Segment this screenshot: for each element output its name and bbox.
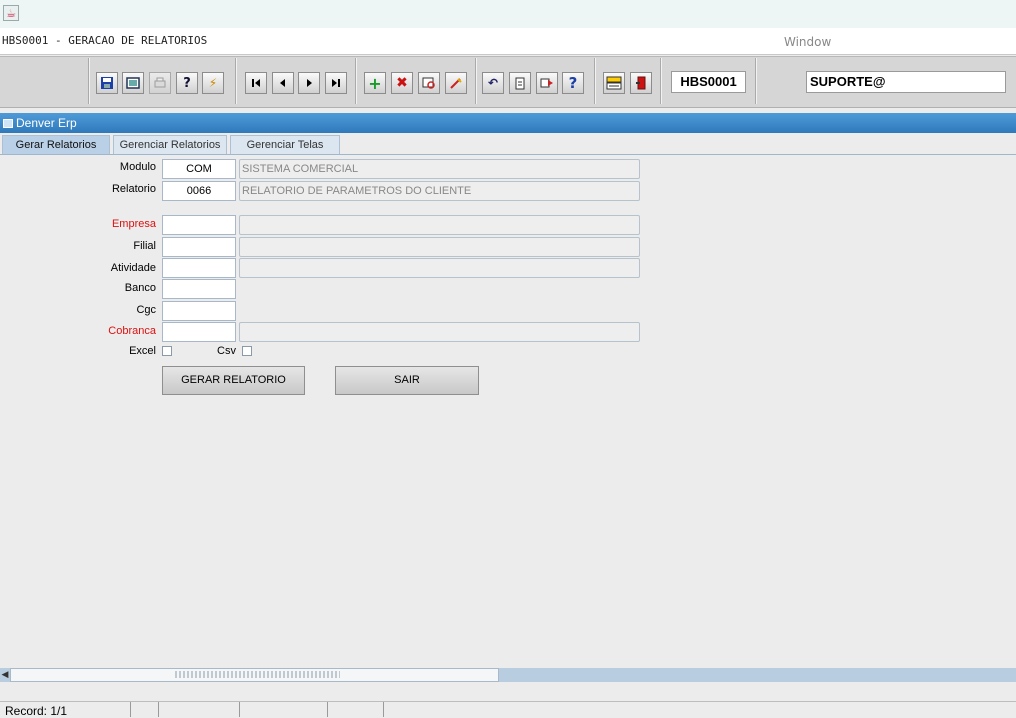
delete-icon[interactable]: ✖ xyxy=(391,72,413,94)
cobranca-label: Cobranca xyxy=(108,325,156,337)
relatorio-label: Relatorio xyxy=(111,183,156,195)
clipboard-icon[interactable] xyxy=(509,72,531,94)
export-icon[interactable] xyxy=(536,72,558,94)
print-icon[interactable] xyxy=(149,72,171,94)
cobranca-code-field[interactable] xyxy=(162,322,236,342)
status-separator xyxy=(383,702,384,717)
filial-label: Filial xyxy=(133,240,156,252)
save-icon[interactable] xyxy=(96,72,118,94)
status-separator xyxy=(158,702,159,717)
tab-gerar-relatorios[interactable]: Gerar Relatorios xyxy=(2,135,110,154)
modulo-code-field[interactable]: COM xyxy=(162,159,236,179)
atividade-code-field[interactable] xyxy=(162,258,236,278)
window-menu[interactable]: Window xyxy=(784,35,831,49)
prev-record-icon[interactable] xyxy=(272,72,294,94)
filial-desc-field xyxy=(239,237,640,257)
scroll-left-arrow-icon[interactable]: ◀ xyxy=(0,668,10,682)
cgc-label: Cgc xyxy=(136,304,156,316)
form-title: HBS0001 - GERACAO DE RELATORIOS xyxy=(2,34,208,47)
query-help-icon[interactable]: ? xyxy=(176,72,198,94)
undo-icon[interactable]: ↶ xyxy=(482,72,504,94)
help-icon[interactable]: ? xyxy=(562,72,584,94)
banco-code-field[interactable] xyxy=(162,279,236,299)
app-window-icon xyxy=(3,119,13,128)
empresa-desc-field xyxy=(239,215,640,235)
empresa-code-field[interactable] xyxy=(162,215,236,235)
empresa-label: Empresa xyxy=(111,218,156,230)
execute-icon[interactable]: ⚡ xyxy=(202,72,224,94)
first-record-icon[interactable] xyxy=(245,72,267,94)
csv-label: Csv xyxy=(217,345,236,357)
tab-gerenciar-relatorios[interactable]: Gerenciar Relatorios xyxy=(113,135,227,154)
scrollbar-grip xyxy=(175,671,340,678)
filial-code-field[interactable] xyxy=(162,237,236,257)
status-separator xyxy=(327,702,328,717)
screen-icon[interactable] xyxy=(122,72,144,94)
user-field: SUPORTE@ xyxy=(806,71,1006,93)
exit-icon[interactable] xyxy=(630,72,652,94)
top-strip xyxy=(0,0,1016,28)
toolbar-separator xyxy=(88,58,90,104)
last-record-icon[interactable] xyxy=(325,72,347,94)
toolbar-separator xyxy=(755,58,757,104)
menu-icon[interactable] xyxy=(603,72,625,94)
tab-gerenciar-telas[interactable]: Gerenciar Telas xyxy=(230,135,340,154)
form-code-field: HBS0001 xyxy=(671,71,746,93)
sair-button[interactable]: SAIR xyxy=(335,366,479,395)
app-title: Denver Erp xyxy=(16,116,77,130)
toolbar-separator xyxy=(594,58,596,104)
atividade-desc-field xyxy=(239,258,640,278)
relatorio-code-field[interactable]: 0066 xyxy=(162,181,236,201)
relatorio-desc-field: RELATORIO DE PARAMETROS DO CLIENTE xyxy=(239,181,640,201)
status-separator xyxy=(239,702,240,717)
atividade-label: Atividade xyxy=(110,262,156,274)
cgc-field[interactable] xyxy=(162,301,236,321)
toolbar-separator xyxy=(235,58,237,104)
modulo-desc-field: SISTEMA COMERCIAL xyxy=(239,159,640,179)
next-record-icon[interactable] xyxy=(298,72,320,94)
app-header xyxy=(0,113,1016,133)
toolbar-separator xyxy=(660,58,662,104)
insert-icon[interactable]: + xyxy=(364,72,386,94)
status-bar xyxy=(0,701,1016,718)
tab-baseline xyxy=(0,154,1016,155)
excel-label: Excel xyxy=(129,345,156,357)
toolbar-separator xyxy=(475,58,477,104)
gerar-relatorio-button[interactable]: GERAR RELATORIO xyxy=(162,366,305,395)
toolbar-separator xyxy=(355,58,357,104)
record-status: Record: 1/1 xyxy=(5,704,68,718)
status-separator xyxy=(130,702,131,717)
cobranca-desc-field xyxy=(239,322,640,342)
java-icon[interactable]: ☕ xyxy=(3,5,19,21)
banco-label: Banco xyxy=(124,282,156,294)
edit-icon[interactable] xyxy=(445,72,467,94)
search-icon[interactable] xyxy=(418,72,440,94)
csv-checkbox[interactable] xyxy=(242,346,252,356)
modulo-label: Modulo xyxy=(119,161,156,173)
